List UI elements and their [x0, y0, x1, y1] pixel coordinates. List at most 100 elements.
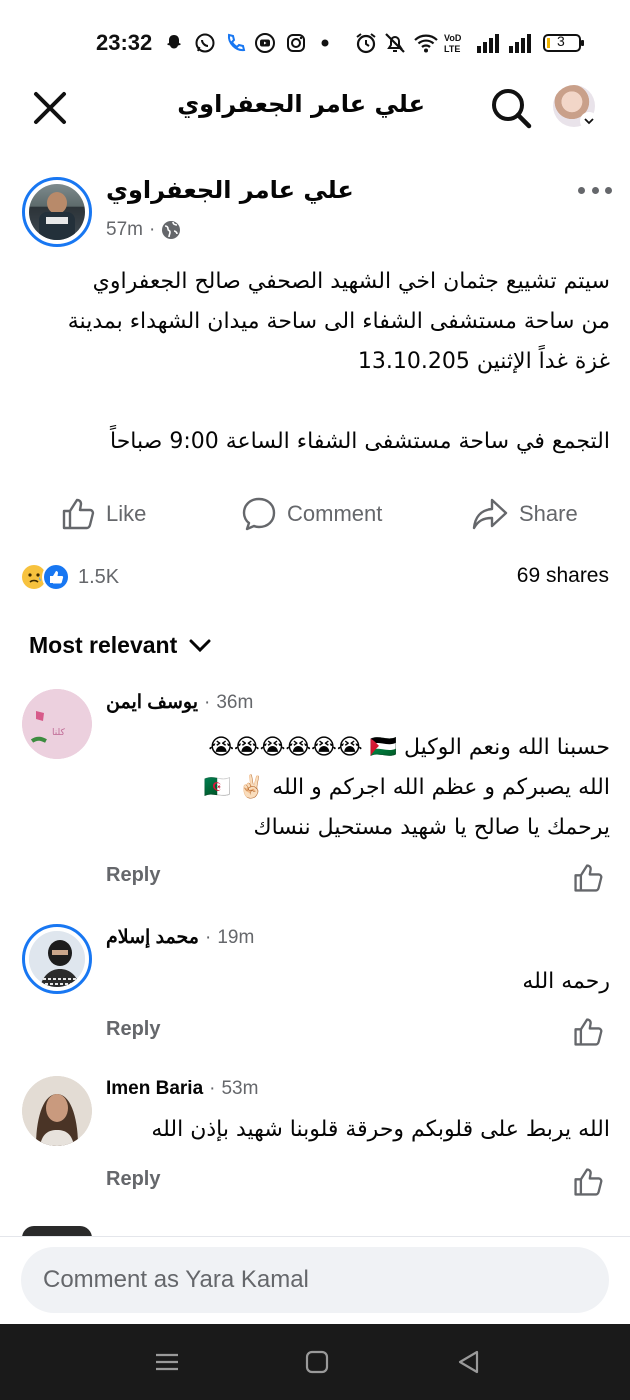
signal-icon [507, 32, 535, 54]
comment-line: يرحمك يا صالح يا شهيد مستحيل ننساك [253, 815, 610, 840]
post-body: سيتم تشييع جثمان اخي الشهيد الصحفي صالح … [22, 262, 610, 462]
reply-button[interactable]: Reply [106, 1168, 160, 1191]
globe-icon [162, 221, 181, 239]
battery-level: 3 [557, 33, 565, 49]
comment-line: الله يصبركم و عظم الله اجركم و الله ✌🏻 🇩… [203, 775, 610, 800]
app-header: علي عامر الجعفراوي [0, 80, 630, 140]
reply-button[interactable]: Reply [106, 864, 160, 887]
commenter-name[interactable]: محمد إسلام [106, 926, 199, 949]
svg-text:VoD: VoD [444, 33, 462, 43]
post-line: من ساحة مستشفى الشفاء الى ساحة ميدان الش… [67, 309, 610, 334]
search-icon [492, 89, 532, 129]
comment-line: حسبنا الله ونعم الوكيل 🇵🇸 😭😭😭😭😭😭 [208, 735, 610, 760]
thumbs-up-icon [574, 864, 603, 892]
comment-like-button[interactable] [572, 1166, 604, 1198]
comment-text: رحمه الله [106, 962, 610, 1002]
reply-button[interactable]: Reply [106, 1018, 160, 1041]
commenter-avatar[interactable] [22, 1076, 92, 1146]
comment-composer[interactable] [21, 1247, 609, 1313]
signal-icon [475, 32, 503, 54]
youtube-icon [254, 32, 276, 54]
back-icon [458, 1350, 479, 1374]
comment-time: 53m [221, 1078, 259, 1099]
volte-icon: VoD LTE [444, 32, 468, 54]
more-dot-icon [605, 186, 612, 194]
comment-time: 36m [216, 691, 254, 713]
comment-label: Comment [287, 501, 383, 526]
mute-icon [383, 32, 407, 54]
comment-line: الله يربط على قلوبكم وحرقة قلوبنا شهيد ب… [151, 1117, 610, 1142]
post-actions: Like Comment Share [0, 490, 630, 540]
thumbs-up-icon [574, 1018, 603, 1046]
close-button[interactable] [30, 88, 70, 128]
home-icon [305, 1350, 329, 1374]
comment-like-button[interactable] [572, 862, 604, 894]
page-title: علي عامر الجعفراوي [177, 90, 425, 118]
reaction-count: 1.5K [78, 565, 120, 588]
comment-input[interactable] [21, 1247, 609, 1313]
commenter-name[interactable]: Imen Baria [106, 1078, 203, 1100]
system-nav-bar [0, 1324, 630, 1400]
post-line: سيتم تشييع جثمان اخي الشهيد الصحفي صالح … [92, 269, 610, 294]
like-label: Like [106, 501, 147, 526]
svg-text:LTE: LTE [444, 44, 460, 54]
close-icon [34, 92, 66, 124]
shares-count[interactable]: 69 shares [517, 564, 609, 588]
instagram-icon [285, 32, 307, 54]
meta-separator: · [204, 691, 211, 713]
comment-button[interactable]: Comment [241, 490, 382, 538]
post-author-name[interactable]: علي عامر الجعفراوي [106, 176, 354, 204]
comment-header: Imen Baria · 53m [106, 1078, 258, 1100]
svg-text:كلنا: كلنا [52, 728, 65, 738]
comment-text: الله يربط على قلوبكم وحرقة قلوبنا شهيد ب… [106, 1110, 610, 1150]
comment-sort-dropdown[interactable]: Most relevant [29, 632, 211, 659]
thumbs-up-icon [62, 498, 95, 530]
comment-text: حسبنا الله ونعم الوكيل 🇵🇸 😭😭😭😭😭😭 الله يص… [106, 728, 610, 848]
meta-separator: · [148, 219, 156, 240]
more-dot-icon [591, 186, 599, 194]
alarm-icon [354, 32, 378, 54]
post-line: غزة غداً الإثنين 13.10.205 [357, 349, 610, 374]
phone-icon [224, 32, 246, 54]
more-dot-icon [578, 186, 585, 194]
comment-header: يوسف ايمن · 36m [106, 691, 253, 714]
post-line: التجمع في ساحة مستشفى الشفاء الساعة 9:00… [110, 429, 610, 454]
reactions-summary[interactable]: 1.5K [20, 561, 119, 593]
menu-icon [156, 1353, 178, 1371]
home-button[interactable] [303, 1348, 331, 1376]
dot-icon [320, 32, 330, 54]
status-time: 23:32 [96, 30, 153, 55]
meta-separator: · [209, 1078, 216, 1099]
meta-separator: · [204, 926, 212, 948]
like-reaction-icon [42, 563, 70, 591]
post-meta: 57m · [106, 219, 181, 241]
chevron-down-icon [189, 639, 211, 652]
commenter-name[interactable]: يوسف ايمن [106, 691, 198, 714]
like-button[interactable]: Like [60, 490, 146, 538]
comment-header: محمد إسلام · 19m [106, 926, 254, 949]
comment-icon [242, 497, 276, 531]
share-label: Share [519, 501, 578, 526]
whatsapp-icon [194, 32, 216, 54]
thumbs-up-icon [574, 1168, 603, 1196]
comment-line: رحمه الله [522, 969, 610, 994]
search-button[interactable] [488, 85, 534, 131]
author-avatar[interactable] [22, 177, 92, 247]
post-time[interactable]: 57m [106, 219, 143, 241]
sort-label: Most relevant [29, 632, 178, 658]
share-icon [472, 498, 508, 530]
more-options-button[interactable] [578, 178, 612, 202]
status-bar: 23:32 VoD LTE 3 [0, 0, 630, 80]
snapchat-icon [164, 32, 184, 54]
comment-time: 19m [217, 926, 255, 948]
comment-composer-bar [0, 1236, 630, 1324]
share-button[interactable]: Share [471, 490, 578, 538]
comment-like-button[interactable] [572, 1016, 604, 1048]
chevron-down-icon[interactable] [580, 112, 598, 130]
recent-apps-button[interactable] [153, 1348, 181, 1376]
commenter-avatar[interactable]: كلنا [22, 689, 92, 759]
battery-icon: 3 [543, 32, 585, 54]
wifi-icon [413, 32, 439, 54]
commenter-avatar[interactable] [22, 924, 92, 994]
back-button[interactable] [455, 1348, 483, 1376]
